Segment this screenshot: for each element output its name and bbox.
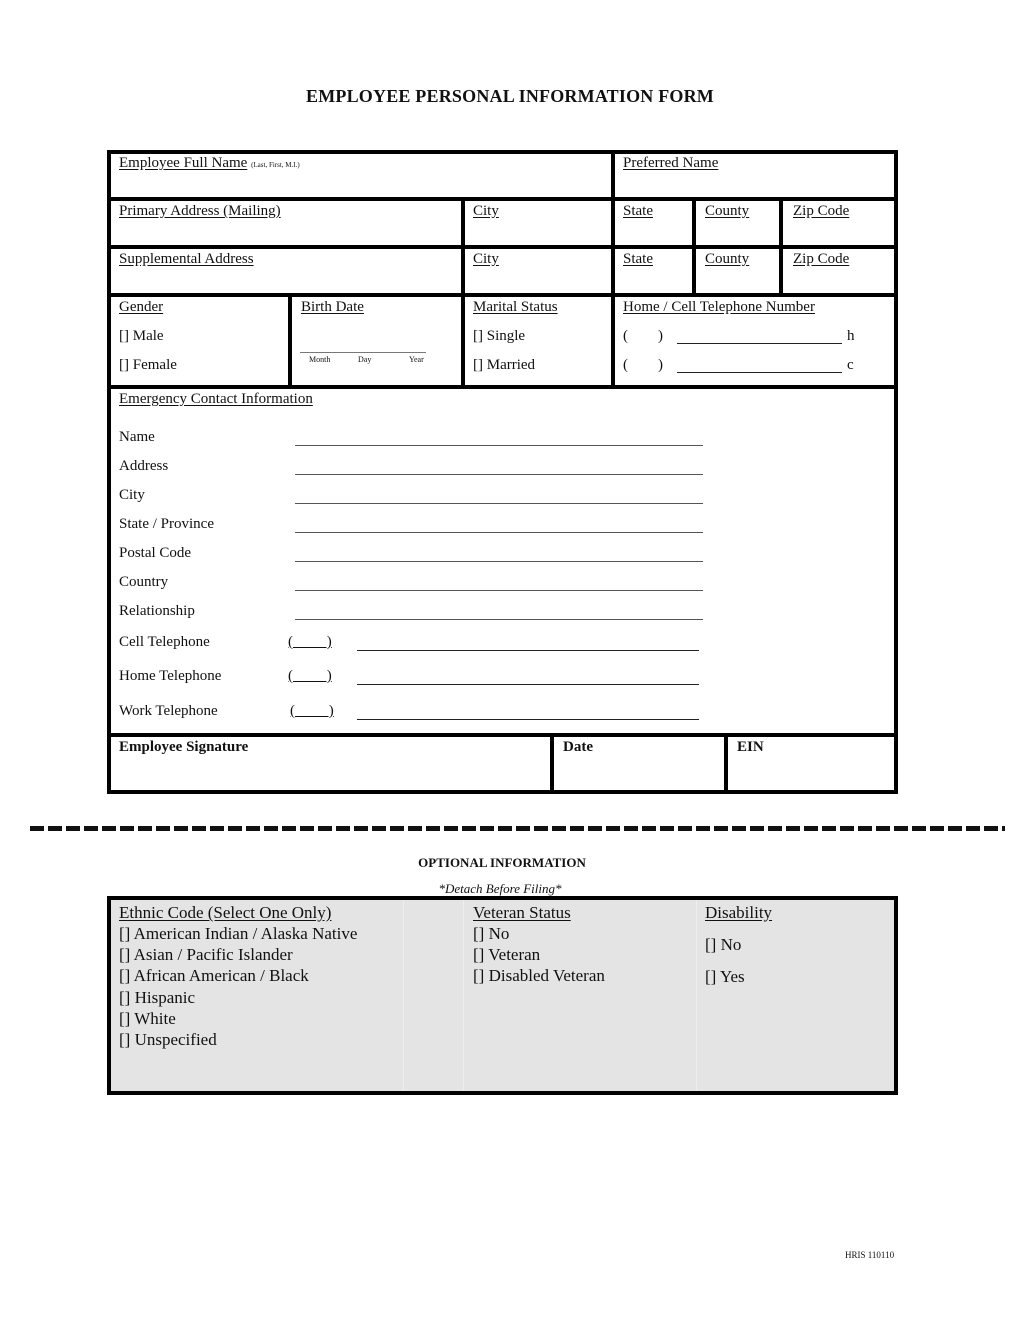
col-divider bbox=[461, 293, 465, 388]
marital-married-checkbox[interactable]: [] Married bbox=[473, 357, 535, 374]
birth-year-label: Year bbox=[409, 355, 424, 364]
home-phone-suffix: h bbox=[847, 328, 855, 344]
form-title: EMPLOYEE PERSONAL INFORMATION FORM bbox=[306, 86, 714, 106]
emergency-contact-heading: Emergency Contact Information bbox=[119, 391, 313, 407]
primary-state-field[interactable]: State bbox=[623, 203, 653, 220]
veteran-option-checkbox[interactable]: [] Veteran bbox=[473, 944, 540, 965]
col-divider bbox=[779, 197, 783, 297]
supplemental-state-field[interactable]: State bbox=[623, 251, 653, 268]
veteran-status-label: Veteran Status bbox=[473, 903, 571, 922]
ethnic-option-checkbox[interactable]: [] Unspecified bbox=[119, 1029, 217, 1050]
supplemental-address-field[interactable]: Supplemental Address bbox=[119, 251, 254, 268]
ethnic-option-checkbox[interactable]: [] Hispanic bbox=[119, 987, 195, 1008]
emergency-phone-label: Home Telephone bbox=[119, 668, 222, 684]
birth-month-label: Month bbox=[309, 355, 331, 364]
veteran-option-checkbox[interactable]: [] No bbox=[473, 923, 509, 944]
col-divider bbox=[288, 293, 292, 388]
emergency-field-input-line[interactable] bbox=[295, 619, 703, 620]
emergency-phone-input-line[interactable] bbox=[357, 684, 699, 685]
row-divider bbox=[107, 385, 898, 389]
table-border-top bbox=[107, 150, 898, 154]
phone-number-label: Home / Cell Telephone Number bbox=[623, 299, 815, 315]
cell-phone-input-line[interactable] bbox=[677, 372, 842, 373]
optional-border-top bbox=[107, 896, 898, 900]
emergency-phone-input-line[interactable] bbox=[357, 719, 699, 720]
supplemental-county-field[interactable]: County bbox=[705, 251, 749, 268]
emergency-field-label: City bbox=[119, 487, 145, 503]
emergency-field-input-line[interactable] bbox=[295, 445, 703, 446]
emergency-phone-input-line[interactable] bbox=[357, 650, 699, 651]
supplemental-city-field[interactable]: City bbox=[473, 251, 499, 268]
veteran-option-checkbox[interactable]: [] Disabled Veteran bbox=[473, 965, 605, 986]
emergency-field-label: Name bbox=[119, 429, 155, 445]
disability-label: Disability bbox=[705, 903, 773, 922]
emergency-field-input-line[interactable] bbox=[295, 503, 703, 504]
ethnic-option-checkbox[interactable]: [] White bbox=[119, 1008, 176, 1029]
emergency-field-label: Country bbox=[119, 574, 169, 590]
col-divider bbox=[611, 197, 615, 297]
col-divider bbox=[724, 733, 728, 793]
cell-phone-area-code[interactable]: ( ) bbox=[623, 357, 663, 374]
form-code: HRIS 110110 bbox=[845, 1250, 895, 1260]
optional-border-right bbox=[894, 896, 898, 1095]
ethnic-code-label: Ethnic Code (Select One Only) bbox=[119, 903, 332, 922]
col-divider bbox=[461, 197, 465, 297]
preferred-name-field[interactable]: Preferred Name bbox=[623, 155, 718, 172]
disability-yes-checkbox[interactable]: [] Yes bbox=[705, 966, 745, 987]
emergency-field-input-line[interactable] bbox=[295, 532, 703, 533]
emergency-field-label: Address bbox=[119, 458, 169, 474]
gender-label: Gender bbox=[119, 299, 164, 315]
emergency-field-label: Postal Code bbox=[119, 545, 192, 561]
detach-dashed-line bbox=[30, 826, 1005, 831]
gender-male-checkbox[interactable]: [] Male bbox=[119, 328, 164, 345]
disability-no-checkbox[interactable]: [] No bbox=[705, 934, 741, 955]
col-divider bbox=[550, 733, 554, 793]
primary-city-field[interactable]: City bbox=[473, 203, 499, 220]
emergency-phone-label: Work Telephone bbox=[119, 703, 218, 719]
supplemental-zip-field[interactable]: Zip Code bbox=[793, 251, 849, 268]
birth-date-label: Birth Date bbox=[301, 299, 364, 315]
birth-date-input-line[interactable] bbox=[300, 352, 426, 353]
emergency-phone-area-code[interactable]: ( ) bbox=[288, 634, 332, 651]
full-name-label: Employee Full Name bbox=[119, 155, 248, 171]
birth-day-label: Day bbox=[358, 355, 372, 364]
home-phone-area-code[interactable]: ( ) bbox=[623, 328, 663, 345]
ein-field[interactable]: EIN bbox=[737, 739, 764, 756]
full-name-field[interactable]: Employee Full Name (Last, First, M.I.) bbox=[119, 155, 300, 172]
ethnic-option-checkbox[interactable]: [] African American / Black bbox=[119, 965, 309, 986]
signature-date-field[interactable]: Date bbox=[563, 739, 593, 756]
full-name-hint: (Last, First, M.I.) bbox=[251, 161, 300, 169]
col-divider bbox=[692, 197, 696, 297]
emergency-field-label: State / Province bbox=[119, 516, 214, 532]
emergency-field-label: Relationship bbox=[119, 603, 195, 619]
detach-note: *Detach Before Filing* bbox=[438, 881, 562, 896]
emergency-field-input-line[interactable] bbox=[295, 474, 703, 475]
emergency-field-input-line[interactable] bbox=[295, 561, 703, 562]
col-divider bbox=[611, 293, 615, 388]
emergency-field-input-line[interactable] bbox=[295, 590, 703, 591]
primary-zip-field[interactable]: Zip Code bbox=[793, 203, 849, 220]
emergency-phone-area-code[interactable]: ( ) bbox=[290, 703, 334, 720]
emergency-phone-area-code[interactable]: ( ) bbox=[288, 668, 332, 685]
subtle-col-divider bbox=[463, 900, 464, 1091]
subtle-col-divider bbox=[696, 900, 697, 1091]
optional-info-heading: OPTIONAL INFORMATION bbox=[418, 855, 586, 870]
gender-female-checkbox[interactable]: [] Female bbox=[119, 357, 177, 374]
table-border-bottom bbox=[107, 790, 898, 794]
row-divider bbox=[107, 733, 898, 737]
employee-signature-field[interactable]: Employee Signature bbox=[119, 739, 248, 756]
ethnic-option-checkbox[interactable]: [] Asian / Pacific Islander bbox=[119, 944, 293, 965]
home-phone-input-line[interactable] bbox=[677, 343, 842, 344]
cell-phone-suffix: c bbox=[847, 357, 854, 373]
emergency-phone-label: Cell Telephone bbox=[119, 634, 210, 650]
primary-county-field[interactable]: County bbox=[705, 203, 749, 220]
marital-status-label: Marital Status bbox=[473, 299, 558, 315]
marital-single-checkbox[interactable]: [] Single bbox=[473, 328, 525, 345]
optional-border-bottom bbox=[107, 1091, 898, 1095]
col-divider bbox=[611, 150, 615, 200]
ethnic-option-checkbox[interactable]: [] American Indian / Alaska Native bbox=[119, 923, 357, 944]
subtle-col-divider bbox=[403, 900, 404, 1091]
primary-address-field[interactable]: Primary Address (Mailing) bbox=[119, 203, 281, 220]
optional-border-left bbox=[107, 896, 111, 1095]
